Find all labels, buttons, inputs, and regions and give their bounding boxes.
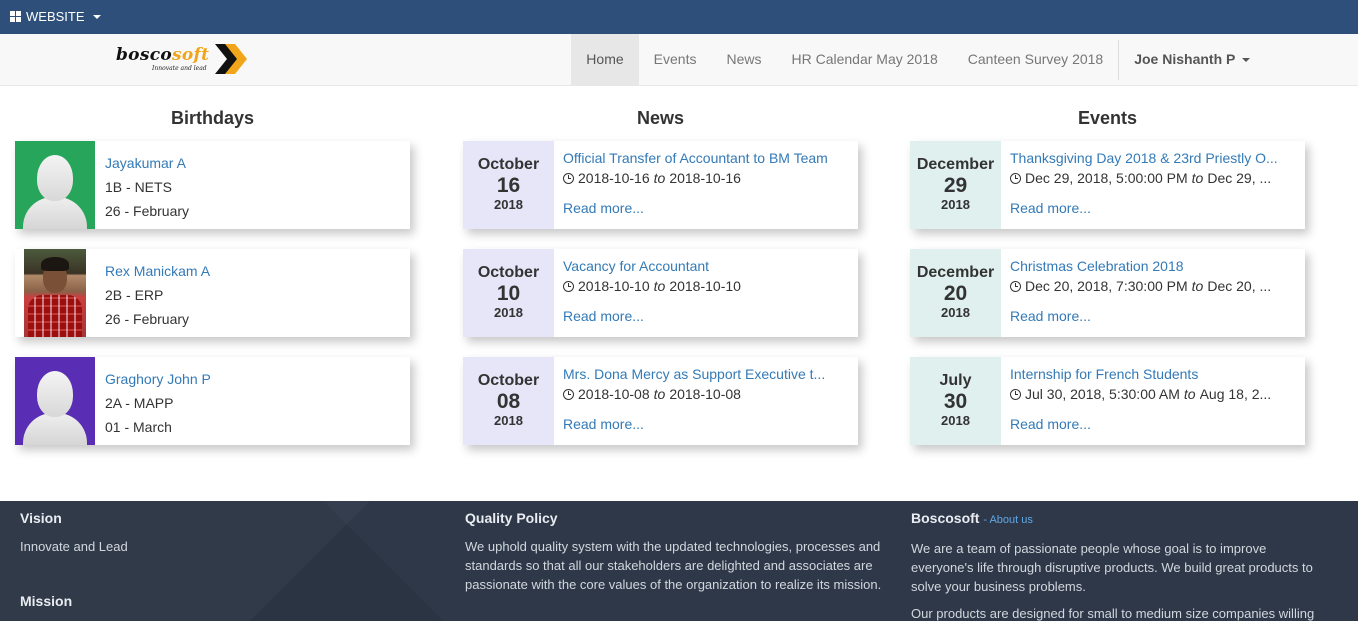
- user-menu-dropdown[interactable]: Joe Nishanth P: [1119, 34, 1265, 86]
- birthday-card: Jayakumar A 1B - NETS 26 - February: [15, 141, 410, 229]
- footer-vision: Vision Innovate and Lead Mission: [20, 510, 420, 620]
- read-more-link[interactable]: Read more...: [563, 413, 644, 435]
- clock-icon: [1010, 280, 1021, 292]
- boscosoft-logo[interactable]: boscosoft Innovate and lead: [116, 42, 250, 76]
- event-date-box: December 20 2018: [910, 249, 1001, 337]
- birthday-date: 26 - February: [105, 203, 190, 219]
- events-title: Events: [1077, 108, 1138, 128]
- news-date-box: October 16 2018: [463, 141, 554, 229]
- event-date-range: Dec 29, 2018, 5:00:00 PM to Dec 29, ...: [1010, 167, 1296, 189]
- quality-policy-text: We uphold quality system with the update…: [465, 539, 882, 592]
- birthday-card: Rex Manickam A 2B - ERP 26 - February: [15, 249, 410, 337]
- news-card: October 16 2018 Official Transfer of Acc…: [463, 141, 858, 229]
- caret-down-icon: [92, 14, 101, 19]
- company-text-2: Our products are designed for small to m…: [911, 606, 1315, 621]
- news-card: October 08 2018 Mrs. Dona Mercy as Suppo…: [463, 357, 858, 445]
- footer-quality-policy: Quality Policy We uphold quality system …: [465, 510, 885, 594]
- birthday-name[interactable]: Rex Manickam A: [105, 259, 210, 283]
- news-date-range: 2018-10-10 to 2018-10-10: [563, 275, 849, 297]
- news-date-range: 2018-10-08 to 2018-10-08: [563, 383, 849, 405]
- event-card: December 20 2018 Christmas Celebration 2…: [910, 249, 1305, 337]
- birthday-team: 2A - MAPP: [105, 395, 174, 411]
- footer: Vision Innovate and Lead Mission Quality…: [0, 501, 1358, 621]
- clock-icon: [563, 172, 574, 184]
- footer-company: Boscosoft - About us We are a team of pa…: [911, 510, 1331, 621]
- user-name: Joe Nishanth P: [1134, 51, 1236, 67]
- news-title-link[interactable]: Official Transfer of Accountant to BM Te…: [563, 149, 849, 167]
- nav-events[interactable]: Events: [639, 34, 712, 86]
- event-card: December 29 2018 Thanksgiving Day 2018 &…: [910, 141, 1305, 229]
- birthdays-title: Birthdays: [170, 108, 255, 128]
- event-date-box: December 29 2018: [910, 141, 1001, 229]
- nav-news[interactable]: News: [711, 34, 776, 86]
- caret-down-icon: [1242, 58, 1250, 63]
- event-date-range: Dec 20, 2018, 7:30:00 PM to Dec 20, ...: [1010, 275, 1296, 297]
- read-more-link[interactable]: Read more...: [563, 197, 644, 219]
- news-date-box: October 08 2018: [463, 357, 554, 445]
- clock-icon: [563, 280, 574, 292]
- about-us-link[interactable]: - About us: [983, 514, 1033, 526]
- event-card: July 30 2018 Internship for French Stude…: [910, 357, 1305, 445]
- avatar: [15, 141, 95, 229]
- company-text: We are a team of passionate people whose…: [911, 541, 1313, 594]
- birthday-team: 1B - NETS: [105, 179, 172, 195]
- company-heading: Boscosoft - About us: [911, 510, 1033, 526]
- event-title-link[interactable]: Thanksgiving Day 2018 & 23rd Priestly O.…: [1010, 149, 1296, 167]
- logo-chevron-icon: [215, 44, 247, 74]
- birthday-card: Graghory John P 2A - MAPP 01 - March: [15, 357, 410, 445]
- event-title-link[interactable]: Internship for French Students: [1010, 365, 1296, 383]
- news-card: October 10 2018 Vacancy for Accountant 2…: [463, 249, 858, 337]
- event-date-box: July 30 2018: [910, 357, 1001, 445]
- grid-icon: [10, 11, 21, 22]
- birthday-date: 01 - March: [105, 419, 172, 435]
- birthday-team: 2B - ERP: [105, 287, 164, 303]
- clock-icon: [1010, 388, 1021, 400]
- website-menu-dropdown[interactable]: WEBSITE: [10, 9, 101, 24]
- events-section: Events December 29 2018 Thanksgiving Day…: [910, 86, 1305, 445]
- avatar: [15, 357, 95, 445]
- quality-policy-heading: Quality Policy: [465, 510, 558, 526]
- event-date-range: Jul 30, 2018, 5:30:00 AM to Aug 18, 2...: [1010, 383, 1296, 405]
- avatar: [15, 249, 95, 337]
- read-more-link[interactable]: Read more...: [1010, 197, 1091, 219]
- news-title-link[interactable]: Vacancy for Accountant: [563, 257, 849, 275]
- clock-icon: [1010, 172, 1021, 184]
- news-date-range: 2018-10-16 to 2018-10-16: [563, 167, 849, 189]
- vision-text: Innovate and Lead: [20, 539, 128, 554]
- clock-icon: [563, 388, 574, 400]
- nav-canteen-survey[interactable]: Canteen Survey 2018: [953, 34, 1118, 86]
- nav-links: Home Events News HR Calendar May 2018 Ca…: [571, 34, 1358, 86]
- mission-heading: Mission: [20, 593, 73, 609]
- nav-home[interactable]: Home: [571, 34, 639, 86]
- birthday-name[interactable]: Graghory John P: [105, 367, 211, 391]
- birthday-name[interactable]: Jayakumar A: [105, 151, 189, 175]
- news-section: News October 16 2018 Official Transfer o…: [463, 86, 858, 445]
- birthdays-section: Birthdays Jayakumar A 1B - NETS 26 - Feb…: [15, 86, 410, 445]
- vision-heading: Vision: [20, 510, 62, 526]
- nav-hr-calendar[interactable]: HR Calendar May 2018: [776, 34, 952, 86]
- event-title-link[interactable]: Christmas Celebration 2018: [1010, 257, 1296, 275]
- main-navbar: boscosoft Innovate and lead Home Events …: [0, 34, 1358, 86]
- top-bar: WEBSITE: [0, 0, 1358, 34]
- read-more-link[interactable]: Read more...: [1010, 413, 1091, 435]
- news-title: News: [636, 108, 685, 128]
- website-menu-label: WEBSITE: [26, 9, 85, 24]
- birthday-date: 26 - February: [105, 311, 190, 327]
- news-title-link[interactable]: Mrs. Dona Mercy as Support Executive t..…: [563, 365, 849, 383]
- read-more-link[interactable]: Read more...: [563, 305, 644, 327]
- read-more-link[interactable]: Read more...: [1010, 305, 1091, 327]
- news-date-box: October 10 2018: [463, 249, 554, 337]
